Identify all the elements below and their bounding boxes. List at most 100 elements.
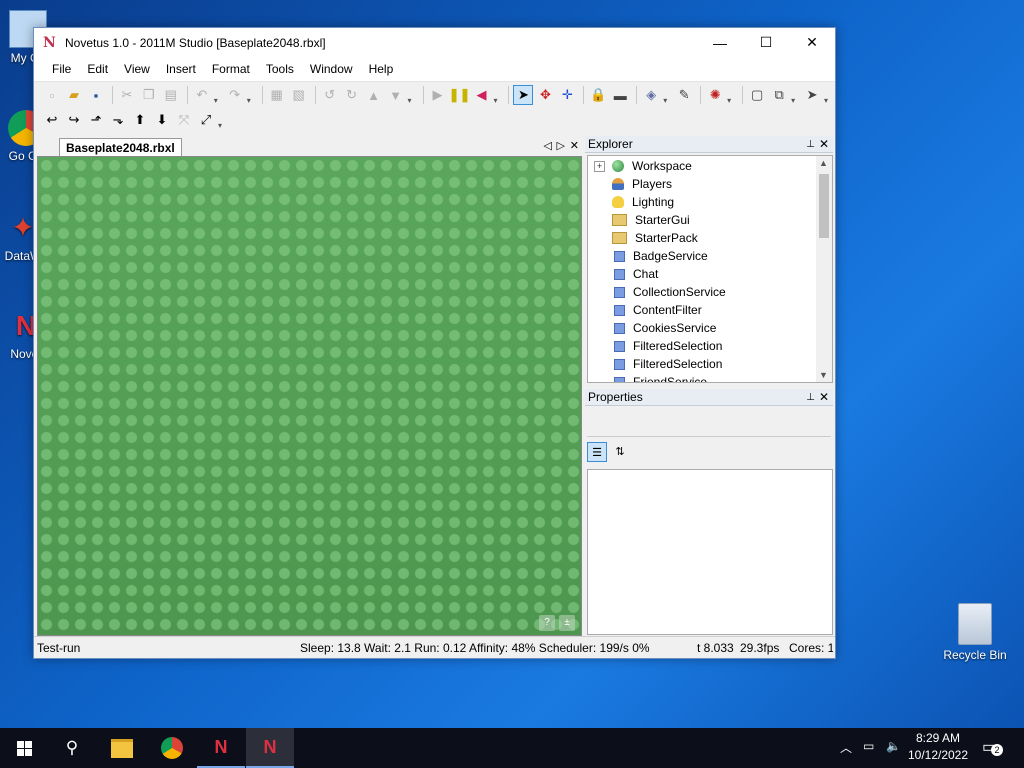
tab-baseplate[interactable]: Baseplate2048.rbxl [59,138,182,157]
dropper-icon[interactable]: ✎ [674,85,694,105]
physics-dropdown-icon[interactable]: ▾ [727,85,735,105]
rotate-left-icon[interactable]: ↺ [320,85,340,105]
menu-insert[interactable]: Insert [158,62,204,76]
tree-item-chat[interactable]: Chat [588,265,658,283]
scroll-thumb[interactable] [819,174,829,238]
tab-next-icon[interactable]: ▷ [557,139,565,152]
group-icon[interactable]: ▦ [267,85,287,105]
undo-dropdown-icon[interactable]: ▾ [214,85,222,105]
toolbar-overflow-icon[interactable]: ▾ [408,85,416,105]
tree-item-friendservice[interactable]: FriendService [588,373,707,382]
physics-icon[interactable]: ✺ [705,85,725,105]
menu-tools[interactable]: Tools [258,62,302,76]
scroll-up-icon[interactable]: ▲ [819,158,828,168]
menu-edit[interactable]: Edit [79,62,116,76]
tree-item-starterpack[interactable]: StarterPack [588,229,698,247]
paste-icon[interactable]: ▤ [161,85,181,105]
taskbar-chrome[interactable] [148,728,196,768]
tree-item-badgeservice[interactable]: BadgeService [588,247,708,265]
ungroup-icon[interactable]: ▧ [289,85,309,105]
taskbar-novetus-launcher[interactable]: N [197,728,245,768]
maximize-button[interactable]: ☐ [743,28,789,57]
show-hidden-icons-icon[interactable]: ︿ [840,739,852,756]
tree-item-workspace[interactable]: + Workspace [588,157,692,175]
minimize-button[interactable]: — [697,28,743,57]
3d-viewport[interactable]: ? ± [37,156,582,636]
tab-prev-icon[interactable]: ◁ [544,139,552,152]
redo-dropdown-icon[interactable]: ▾ [247,85,255,105]
close-button[interactable]: ✕ [789,28,835,57]
properties-close-icon[interactable]: ✕ [819,389,829,406]
surface-icon[interactable]: ▬ [610,85,630,105]
save-icon[interactable]: ▪ [86,85,106,105]
zoom-frame-icon[interactable]: ⧉ [769,85,789,105]
menu-file[interactable]: File [44,62,79,76]
tree-item-contentfilter[interactable]: ContentFilter [588,301,702,319]
camera-tilt-up-icon[interactable]: ⬆ [130,110,150,130]
zoom-in-icon[interactable]: ⤧ [174,110,194,130]
explorer-pin-icon[interactable]: ⊥ [806,136,815,153]
zoom-extents-icon[interactable]: ⤢ [196,110,216,130]
move-up-icon[interactable]: ▲ [364,85,384,105]
stop-icon[interactable]: ◀ [471,85,491,105]
start-button[interactable] [0,728,48,768]
categorized-icon[interactable]: ☰ [587,442,607,462]
scale-icon[interactable]: ✛ [557,85,577,105]
expand-icon[interactable]: + [594,160,605,172]
tree-item-filteredselection[interactable]: FilteredSelection [588,337,722,355]
scroll-down-icon[interactable]: ▼ [819,370,828,380]
properties-grid[interactable] [587,469,833,635]
toolbar-overflow-icon[interactable]: ▾ [791,85,799,105]
lock-icon[interactable]: 🔒 [588,85,608,105]
tree-item-startergui[interactable]: StarterGui [588,211,690,229]
paint-dropdown-icon[interactable]: ▾ [663,85,671,105]
select-icon[interactable]: ➤ [513,85,534,105]
camera-left-icon[interactable]: ↩ [42,110,62,130]
viewport-zoom-icon[interactable]: ± [559,615,575,631]
camera-right-icon[interactable]: ↪ [64,110,84,130]
taskbar-novetus-studio[interactable]: N [246,728,294,768]
sort-alpha-icon[interactable]: ⇅ [611,442,629,460]
paint-icon[interactable]: ◈ [641,85,661,105]
camera-up-icon[interactable]: ⬏ [86,110,106,130]
taskbar-file-explorer[interactable] [98,728,146,768]
title-bar[interactable]: N Novetus 1.0 - 2011M Studio [Baseplate2… [34,28,835,57]
notifications-button[interactable]: ▭ 2 [982,737,1003,757]
properties-pin-icon[interactable]: ⊥ [806,389,815,406]
move-icon[interactable]: ✥ [535,85,555,105]
camera-tilt-down-icon[interactable]: ⬇ [152,110,172,130]
new-icon[interactable]: ▫ [42,85,62,105]
search-button[interactable]: ⚲ [48,728,96,768]
pointer-icon[interactable]: ➤ [802,85,822,105]
pause-icon[interactable]: ❚❚ [449,85,471,105]
menu-format[interactable]: Format [204,62,258,76]
camera-down-icon[interactable]: ⬎ [108,110,128,130]
tree-item-collectionservice[interactable]: CollectionService [588,283,726,301]
toolbar-overflow-icon[interactable]: ▾ [218,110,226,130]
undo-icon[interactable]: ↶ [192,85,212,105]
rotate-right-icon[interactable]: ↻ [342,85,362,105]
tree-item-lighting[interactable]: Lighting [588,193,674,211]
run-dropdown-icon[interactable]: ▾ [493,85,501,105]
frame-icon[interactable]: ▢ [747,85,767,105]
menu-help[interactable]: Help [361,62,402,76]
menu-window[interactable]: Window [302,62,361,76]
open-icon[interactable]: ▰ [64,85,84,105]
move-down-icon[interactable]: ▼ [386,85,406,105]
network-icon[interactable]: ▭ [863,739,874,753]
desktop-icon-recycle-bin[interactable]: Recycle Bin [937,603,1013,662]
tree-item-players[interactable]: Players [588,175,672,193]
volume-icon[interactable]: 🔈 [886,739,901,753]
tree-item-filteredselection[interactable]: FilteredSelection [588,355,722,373]
menu-view[interactable]: View [116,62,158,76]
clock[interactable]: 8:29 AM 10/12/2022 [906,731,970,762]
viewport-help-icon[interactable]: ? [539,615,555,631]
cut-icon[interactable]: ✂ [117,85,137,105]
copy-icon[interactable]: ❐ [139,85,159,105]
play-icon[interactable]: ▶ [428,85,448,105]
redo-icon[interactable]: ↷ [225,85,245,105]
explorer-close-icon[interactable]: ✕ [819,136,829,153]
explorer-scrollbar[interactable]: ▲ ▼ [816,156,832,382]
toolbar-overflow-icon[interactable]: ▾ [824,85,832,105]
tab-close-icon[interactable]: ✕ [570,139,579,152]
